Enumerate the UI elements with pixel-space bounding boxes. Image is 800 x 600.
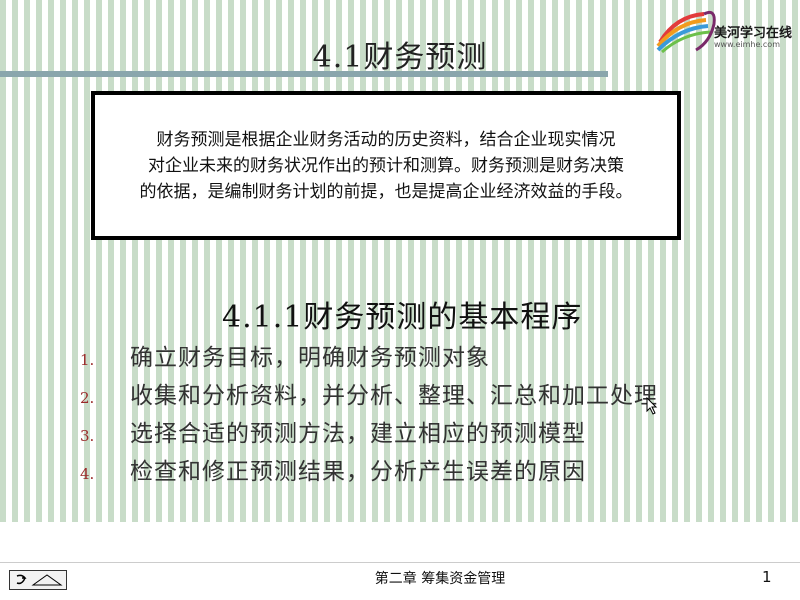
definition-line: 对企业未来的财务状况作出的预计和测算。财务预测是财务决策 <box>148 155 624 176</box>
steps-list: 1. 确立财务目标，明确财务预测对象 2. 收集和分析资料，并分析、整理、汇总和… <box>80 338 780 490</box>
step-text: 确立财务目标，明确财务预测对象 <box>130 345 490 371</box>
step-number: 4. <box>80 465 95 483</box>
list-item: 4. 检查和修正预测结果，分析产生误差的原因 <box>80 452 780 490</box>
step-number: 3. <box>80 427 95 445</box>
step-number: 1. <box>80 351 95 369</box>
step-text: 收集和分析资料，并分析、整理、汇总和加工处理 <box>130 383 658 409</box>
step-number: 2. <box>80 389 95 407</box>
logo-name: 美河学习在线 <box>714 26 793 41</box>
definition-text: 财务预测是根据企业财务活动的历史资料，结合企业现实情况 对企业未来的财务状况作出… <box>140 127 633 205</box>
logo-url: www.eimhe.com <box>714 40 780 49</box>
section-heading: 4.1.1财务预测的基本程序 <box>222 300 583 335</box>
list-item: 3. 选择合适的预测方法，建立相应的预测模型 <box>80 414 780 452</box>
page-number: 1 <box>762 568 772 586</box>
list-item: 1. 确立财务目标，明确财务预测对象 <box>80 338 780 376</box>
footer-divider <box>0 562 800 563</box>
definition-box: 财务预测是根据企业财务活动的历史资料，结合企业现实情况 对企业未来的财务状况作出… <box>91 91 681 240</box>
mouse-cursor-icon <box>646 397 658 415</box>
definition-line: 财务预测是根据企业财务活动的历史资料，结合企业现实情况 <box>156 129 616 150</box>
definition-line: 的依据，是编制财务计划的前提，也是提高企业经济效益的手段。 <box>139 181 633 202</box>
step-text: 选择合适的预测方法，建立相应的预测模型 <box>130 421 586 447</box>
step-text: 检查和修正预测结果，分析产生误差的原因 <box>130 459 586 485</box>
list-item: 2. 收集和分析资料，并分析、整理、汇总和加工处理 <box>80 376 780 414</box>
title-underline <box>0 71 608 77</box>
chapter-label: 第二章 筹集资金管理 <box>374 571 506 587</box>
